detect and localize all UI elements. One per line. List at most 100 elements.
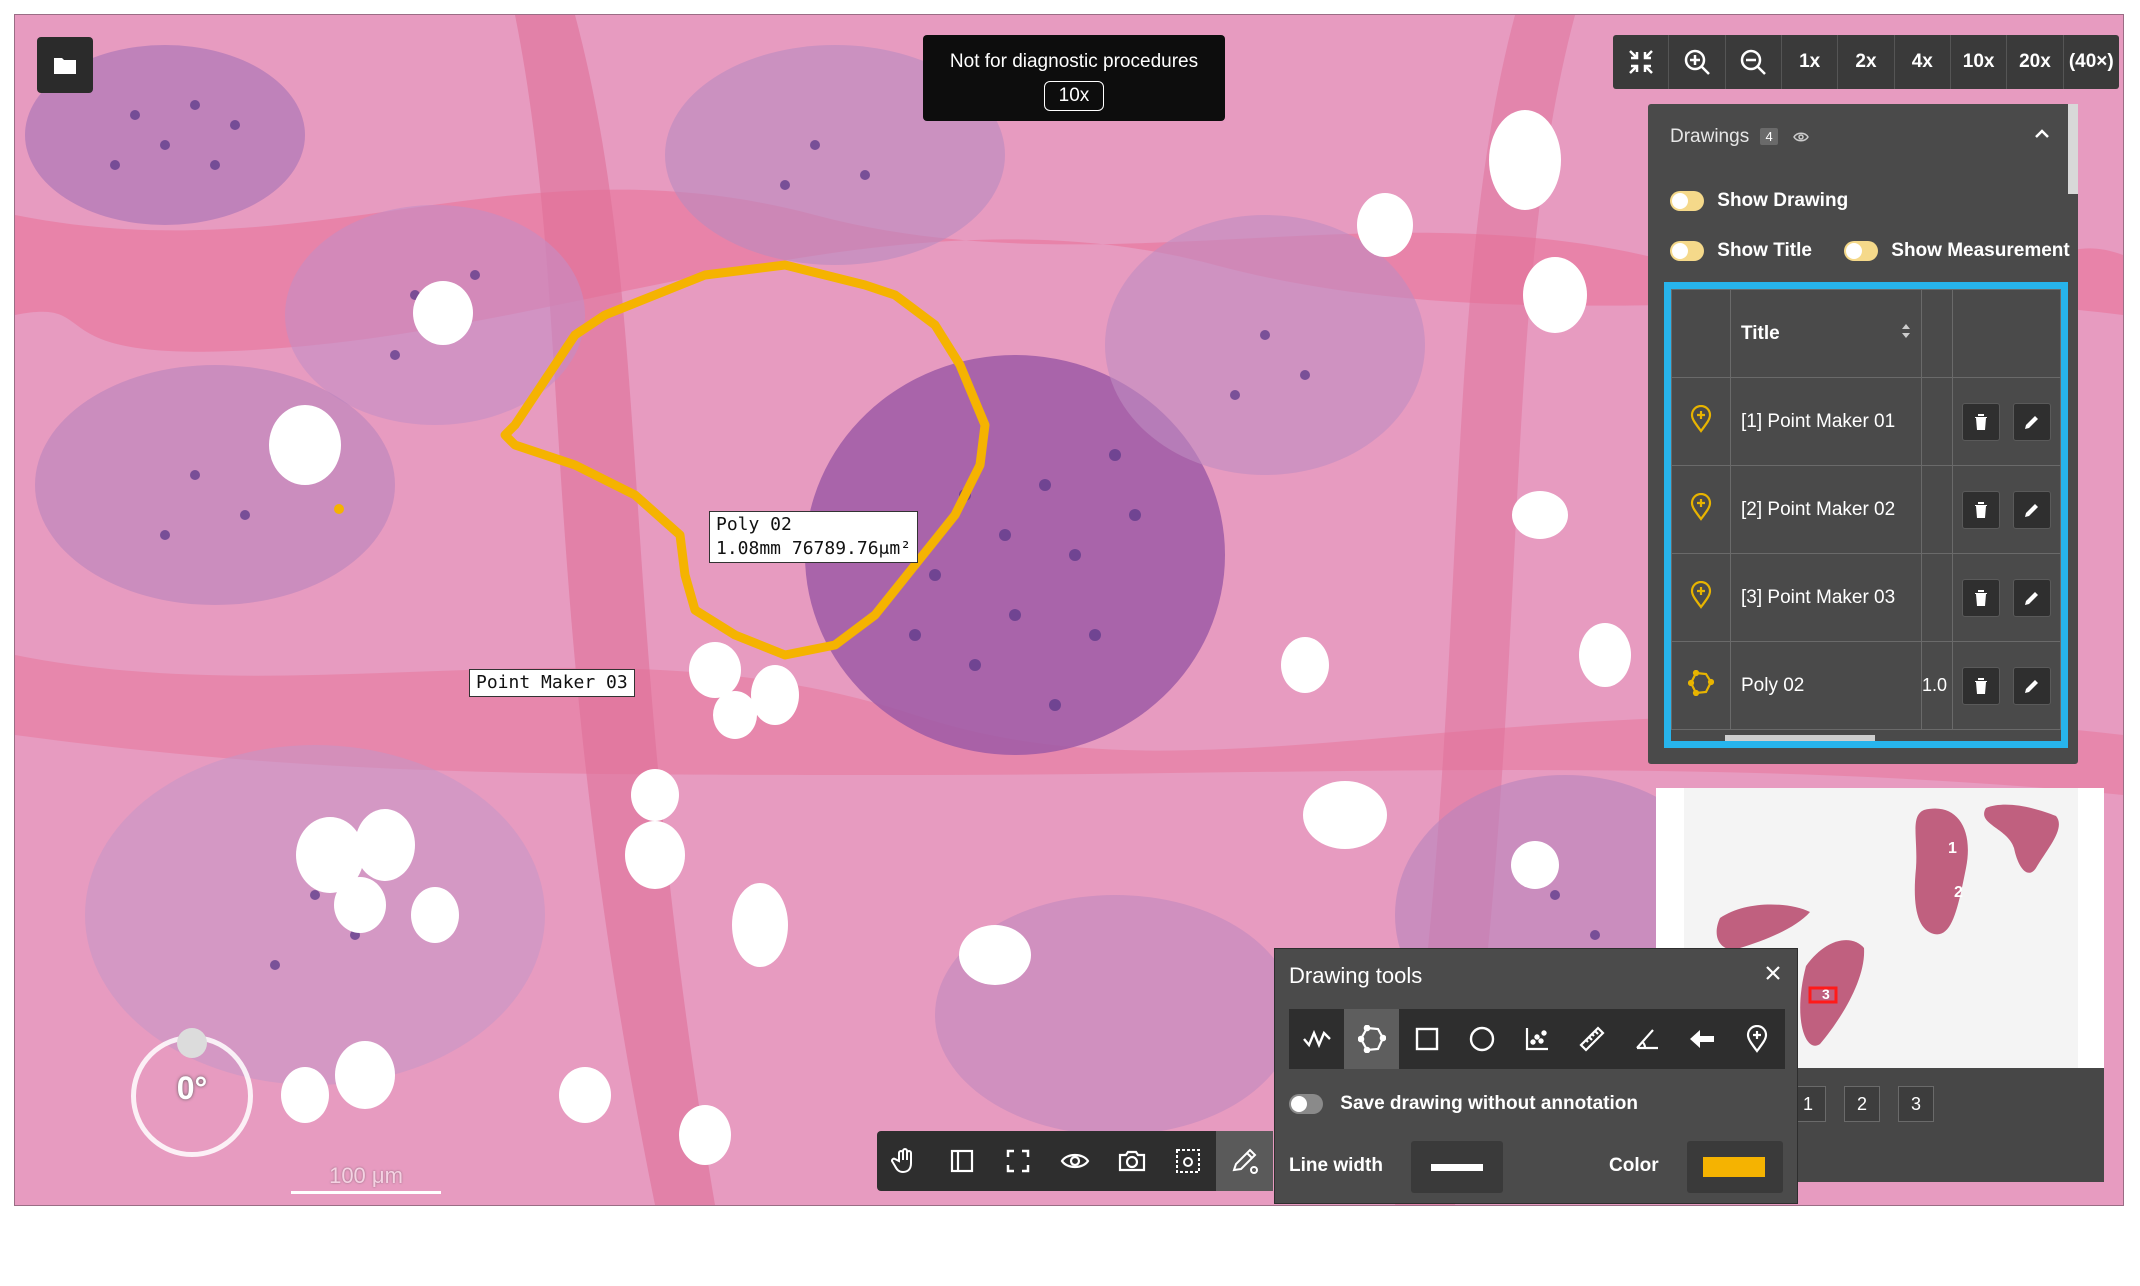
- panel-toggle-button[interactable]: [934, 1131, 991, 1191]
- scale-bar: 100 μm: [291, 1163, 441, 1194]
- polygon-icon: [1357, 1025, 1386, 1053]
- trash-icon: [1975, 677, 1988, 694]
- ruler-tool[interactable]: [1565, 1009, 1620, 1069]
- save-without-annotation-toggle[interactable]: Save drawing without annotation: [1289, 1093, 1638, 1115]
- delete-button[interactable]: [1962, 578, 2001, 617]
- edit-button[interactable]: [2012, 402, 2051, 441]
- folder-icon: [54, 58, 76, 74]
- toggle-switch[interactable]: [1670, 191, 1704, 211]
- arrow-tool[interactable]: [1675, 1009, 1730, 1069]
- camera-icon: [1118, 1150, 1145, 1172]
- notice-text: Not for diagnostic procedures: [949, 51, 1199, 72]
- point-annotation-label[interactable]: Point Maker 03: [469, 669, 635, 697]
- table-horizontal-scrollbar[interactable]: [1725, 735, 1875, 741]
- scatter-tool[interactable]: [1509, 1009, 1564, 1069]
- delete-button[interactable]: [1962, 402, 2001, 441]
- trash-icon: [1975, 501, 1988, 518]
- drawing-title: [3] Point Maker 03: [1730, 553, 1922, 642]
- show-title-toggle[interactable]: Show Title: [1670, 240, 1812, 262]
- minimap-label: 3: [1822, 986, 1830, 1002]
- point-marker-icon: [1690, 580, 1712, 609]
- page-button[interactable]: 2: [1844, 1086, 1880, 1122]
- show-drawing-toggle[interactable]: Show Drawing: [1670, 190, 1848, 212]
- point-marker-icon: [1690, 492, 1712, 521]
- scatter-icon: [1525, 1028, 1548, 1051]
- point-marker-tool[interactable]: [1730, 1009, 1785, 1069]
- show-drawing-label: Show Drawing: [1717, 190, 1849, 211]
- color-label: Color: [1609, 1155, 1659, 1176]
- zoom-1x[interactable]: 1x: [1782, 35, 1839, 89]
- fit-button[interactable]: [1613, 35, 1670, 89]
- title-column-header[interactable]: Title: [1730, 289, 1922, 378]
- fullscreen-icon: [1007, 1149, 1030, 1173]
- edit-button[interactable]: [2012, 578, 2051, 617]
- polygon-tool[interactable]: [1344, 1009, 1400, 1069]
- edit-button[interactable]: [2012, 666, 2051, 705]
- pan-button[interactable]: [877, 1131, 934, 1191]
- rotation-dial[interactable]: 0°: [131, 1028, 253, 1157]
- toggle-switch[interactable]: [1844, 241, 1878, 261]
- drawings-header: Drawings 4: [1670, 126, 1809, 148]
- collapse-panel-button[interactable]: [2034, 126, 2050, 144]
- title-column-label: Title: [1741, 322, 1780, 344]
- drawing-title: [2] Point Maker 02: [1730, 465, 1922, 554]
- drawing-measurement: [1921, 465, 1953, 554]
- freehand-tool[interactable]: [1289, 1009, 1344, 1069]
- rotation-knob[interactable]: [177, 1028, 207, 1058]
- fullscreen-button[interactable]: [990, 1131, 1047, 1191]
- zoom-out-button[interactable]: [1726, 35, 1782, 89]
- zoom-in-icon: [1684, 49, 1710, 75]
- scale-bar-label: 100 μm: [329, 1163, 403, 1188]
- table-row[interactable]: Poly 02 1.0: [1671, 641, 2061, 730]
- zoom-out-icon: [1741, 49, 1767, 75]
- zoom-2x[interactable]: 2x: [1838, 35, 1895, 89]
- zoom-40x[interactable]: (40×): [2064, 35, 2119, 89]
- zoom-in-button[interactable]: [1669, 35, 1726, 89]
- edit-icon: [2024, 679, 2038, 693]
- show-measurement-toggle[interactable]: Show Measurement: [1844, 240, 2070, 262]
- zoom-10x[interactable]: 10x: [1951, 35, 2008, 89]
- freehand-icon: [1302, 1029, 1331, 1049]
- delete-button[interactable]: [1962, 490, 2001, 529]
- delete-button[interactable]: [1962, 666, 2001, 705]
- zoom-20x[interactable]: 20x: [2007, 35, 2064, 89]
- edit-icon: [2024, 503, 2038, 517]
- snapshot-button[interactable]: [1103, 1131, 1160, 1191]
- table-row[interactable]: [1] Point Maker 01: [1671, 377, 2061, 466]
- drawing-title: Poly 02: [1730, 641, 1922, 730]
- zoom-4x[interactable]: 4x: [1895, 35, 1951, 89]
- line-width-selector[interactable]: [1411, 1141, 1503, 1193]
- scale-bar-line: [291, 1191, 441, 1194]
- visibility-button[interactable]: [1047, 1131, 1104, 1191]
- drawing-tools-title: Drawing tools: [1289, 963, 1423, 988]
- drawing-tools-button[interactable]: [1216, 1131, 1274, 1191]
- toggle-switch[interactable]: [1670, 241, 1704, 261]
- table-row[interactable]: [2] Point Maker 02: [1671, 465, 2061, 554]
- color-picker[interactable]: [1687, 1141, 1783, 1193]
- rectangle-tool[interactable]: [1399, 1009, 1454, 1069]
- drawings-table: Title [1] Point Maker 01 [2] Point Maker…: [1664, 282, 2068, 748]
- sort-icon[interactable]: [1901, 323, 1911, 339]
- table-row[interactable]: [3] Point Maker 03: [1671, 553, 2061, 642]
- open-folder-button[interactable]: [37, 37, 93, 93]
- angle-tool[interactable]: [1620, 1009, 1675, 1069]
- drawing-measurement: [1921, 553, 1953, 642]
- actions-column-header: [1952, 289, 2061, 378]
- poly-annotation-label[interactable]: Poly 02 1.08mm 76789.76μm²: [709, 511, 919, 563]
- eye-icon[interactable]: [1793, 131, 1809, 143]
- drawings-panel: Drawings 4 Show Drawing Show Title Show …: [1648, 104, 2078, 764]
- table-header-row: Title: [1671, 289, 2061, 378]
- ellipse-tool[interactable]: [1454, 1009, 1509, 1069]
- ellipse-icon: [1469, 1026, 1495, 1052]
- chevron-up-icon: [2035, 129, 2049, 138]
- region-capture-button[interactable]: [1160, 1131, 1217, 1191]
- diagnostic-notice: Not for diagnostic procedures 10x: [923, 35, 1225, 121]
- minimap-label: 1: [1948, 840, 1957, 857]
- toggle-switch[interactable]: [1289, 1094, 1323, 1114]
- edit-icon: [2024, 591, 2038, 605]
- panel-scrollbar[interactable]: [2068, 104, 2078, 194]
- edit-button[interactable]: [2012, 490, 2051, 529]
- hand-icon: [891, 1148, 913, 1174]
- page-button[interactable]: 3: [1898, 1086, 1934, 1122]
- close-button[interactable]: [1765, 965, 1781, 986]
